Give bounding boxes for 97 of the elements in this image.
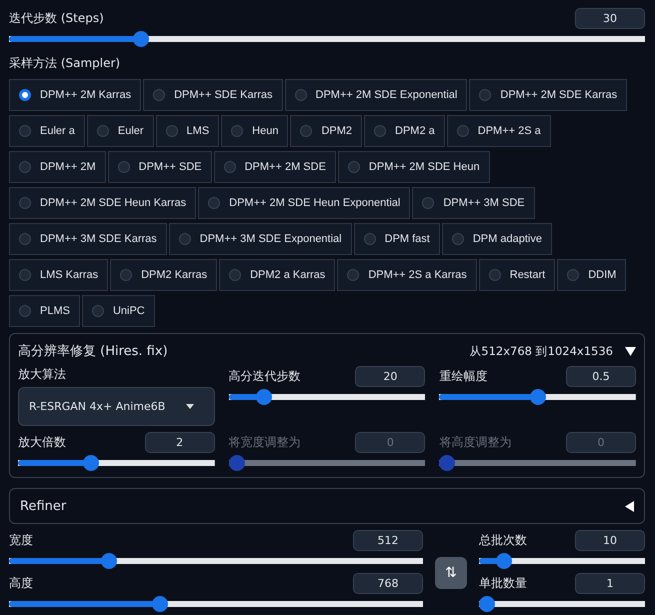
slider-thumb[interactable] [530, 389, 546, 405]
sampler-option[interactable]: DPM++ 2S a [446, 115, 551, 147]
sampler-option[interactable]: LMS [156, 115, 220, 147]
number-field[interactable]: 0.5 [566, 366, 636, 387]
refiner-panel[interactable]: Refiner [9, 488, 645, 524]
upscaler-dropdown[interactable]: R-ESRGAN 4x+ Anime6B [18, 387, 215, 426]
sampler-option[interactable]: DPM++ 2M SDE [214, 151, 336, 183]
slider-thumb[interactable] [479, 596, 495, 612]
slider-label: 宽度 [9, 532, 33, 549]
radio-icon [118, 161, 130, 173]
radio-icon [208, 197, 220, 209]
radio-icon [488, 269, 501, 281]
radio-icon [19, 89, 31, 101]
radio-icon [348, 161, 360, 173]
sampler-option[interactable]: DPM++ 2M SDE Heun Exponential [198, 187, 410, 219]
radio-icon [229, 269, 242, 281]
sampler-option[interactable]: DPM++ 3M SDE [412, 187, 535, 219]
slider-thumb[interactable] [496, 553, 512, 569]
radio-icon [567, 269, 580, 281]
sampler-option[interactable]: DPM++ 2M SDE Heun Karras [9, 187, 196, 219]
sampler-option[interactable]: DPM++ 3M SDE Karras [9, 223, 167, 255]
sampler-option[interactable]: DPM2 [290, 115, 362, 147]
radio-icon [19, 305, 31, 317]
slider-label: 高度 [9, 575, 33, 592]
radio-icon [364, 233, 376, 245]
radio-icon [19, 233, 31, 245]
resolution-summary: 从512x768 到1024x1536 [469, 344, 613, 358]
upscaler-label: 放大算法 [18, 366, 67, 383]
radio-icon [347, 269, 360, 281]
expand-icon [625, 500, 634, 512]
radio-icon [153, 89, 166, 101]
sampler-option[interactable]: DPM2 a [364, 115, 445, 147]
swap-button[interactable]: ⇅ [435, 557, 467, 589]
slider-label: 单批数量 [479, 575, 527, 592]
slider-label: 总批次数 [479, 532, 527, 549]
radio-icon [294, 89, 307, 101]
sampler-option[interactable]: DPM++ 3M SDE Exponential [168, 223, 352, 255]
number-field[interactable]: 20 [355, 366, 426, 387]
radio-icon [120, 269, 132, 281]
radio-icon [19, 269, 31, 281]
caret-icon [186, 404, 194, 409]
radio-icon [452, 233, 464, 245]
radio-icon [166, 125, 178, 137]
sampler-option[interactable]: Restart [478, 259, 556, 291]
number-field[interactable]: 10 [575, 530, 645, 551]
sampler-option[interactable]: LMS Karras [9, 259, 108, 291]
radio-icon [374, 125, 386, 137]
sampler-option[interactable]: Euler [86, 115, 154, 147]
radio-icon [19, 161, 31, 173]
radio-icon [224, 161, 236, 173]
sampler-option[interactable]: DPM2 a Karras [219, 259, 336, 291]
sampler-option[interactable]: PLMS [9, 295, 80, 327]
sampler-option[interactable]: DPM++ 2S a Karras [337, 259, 477, 291]
sampler-option[interactable]: Heun [221, 115, 288, 147]
sampler-option[interactable]: DDIM [557, 259, 626, 291]
number-field[interactable]: 2 [144, 432, 215, 453]
panel-title: Refiner [20, 498, 68, 514]
sampler-option[interactable]: DPM++ 2M SDE Exponential [284, 79, 468, 111]
sampler-option[interactable]: DPM++ 2M Karras [9, 79, 142, 111]
slider-thumb[interactable] [256, 389, 272, 405]
radio-icon [456, 125, 469, 137]
radio-icon [96, 125, 109, 137]
sampler-option[interactable]: DPM++ 2M SDE Heun [338, 151, 490, 183]
number-field[interactable]: 30 [575, 8, 645, 29]
sampler-option[interactable]: DPM++ 2M [9, 151, 106, 183]
sampler-option[interactable]: DPM++ SDE [108, 151, 212, 183]
slider-thumb[interactable] [100, 553, 117, 569]
radio-icon [92, 305, 104, 317]
sampler-option[interactable]: DPM adaptive [442, 223, 552, 255]
slider-thumb[interactable] [133, 31, 149, 47]
number-field[interactable]: 1 [575, 573, 645, 594]
sampler-option[interactable]: DPM2 Karras [110, 259, 218, 291]
radio-icon [300, 125, 312, 137]
sampler-option[interactable]: DPM fast [354, 223, 440, 255]
slider-label: 将高度调整为 [439, 434, 512, 451]
radio-icon [479, 89, 492, 101]
sampler-option[interactable]: DPM++ 2M SDE Karras [469, 79, 628, 111]
sampler-option[interactable]: DPM++ SDE Karras [143, 79, 283, 111]
slider-label: 将宽度调整为 [228, 434, 301, 451]
slider-label: 迭代步数 (Steps) [9, 10, 104, 27]
panel-title: 高分辨率修复 (Hires. fix) [18, 343, 169, 360]
slider-label: 高分迭代步数 [228, 368, 301, 385]
radio-icon [178, 233, 191, 245]
sampler-label: 采样方法 (Sampler) [9, 55, 122, 72]
slider-label: 放大倍数 [18, 434, 66, 451]
radio-icon [231, 125, 244, 137]
slider-thumb[interactable] [83, 455, 100, 471]
sampler-option[interactable]: UniPC [82, 295, 155, 327]
number-field[interactable]: 512 [353, 530, 423, 551]
number-field[interactable]: 768 [353, 573, 423, 594]
radio-icon [19, 197, 31, 209]
expand-icon[interactable] [625, 346, 636, 356]
radio-icon [19, 125, 31, 137]
slider-thumb[interactable] [152, 596, 168, 612]
slider-label: 重绘幅度 [439, 368, 488, 385]
radio-icon [422, 197, 434, 209]
sampler-option[interactable]: Euler a [9, 115, 85, 147]
